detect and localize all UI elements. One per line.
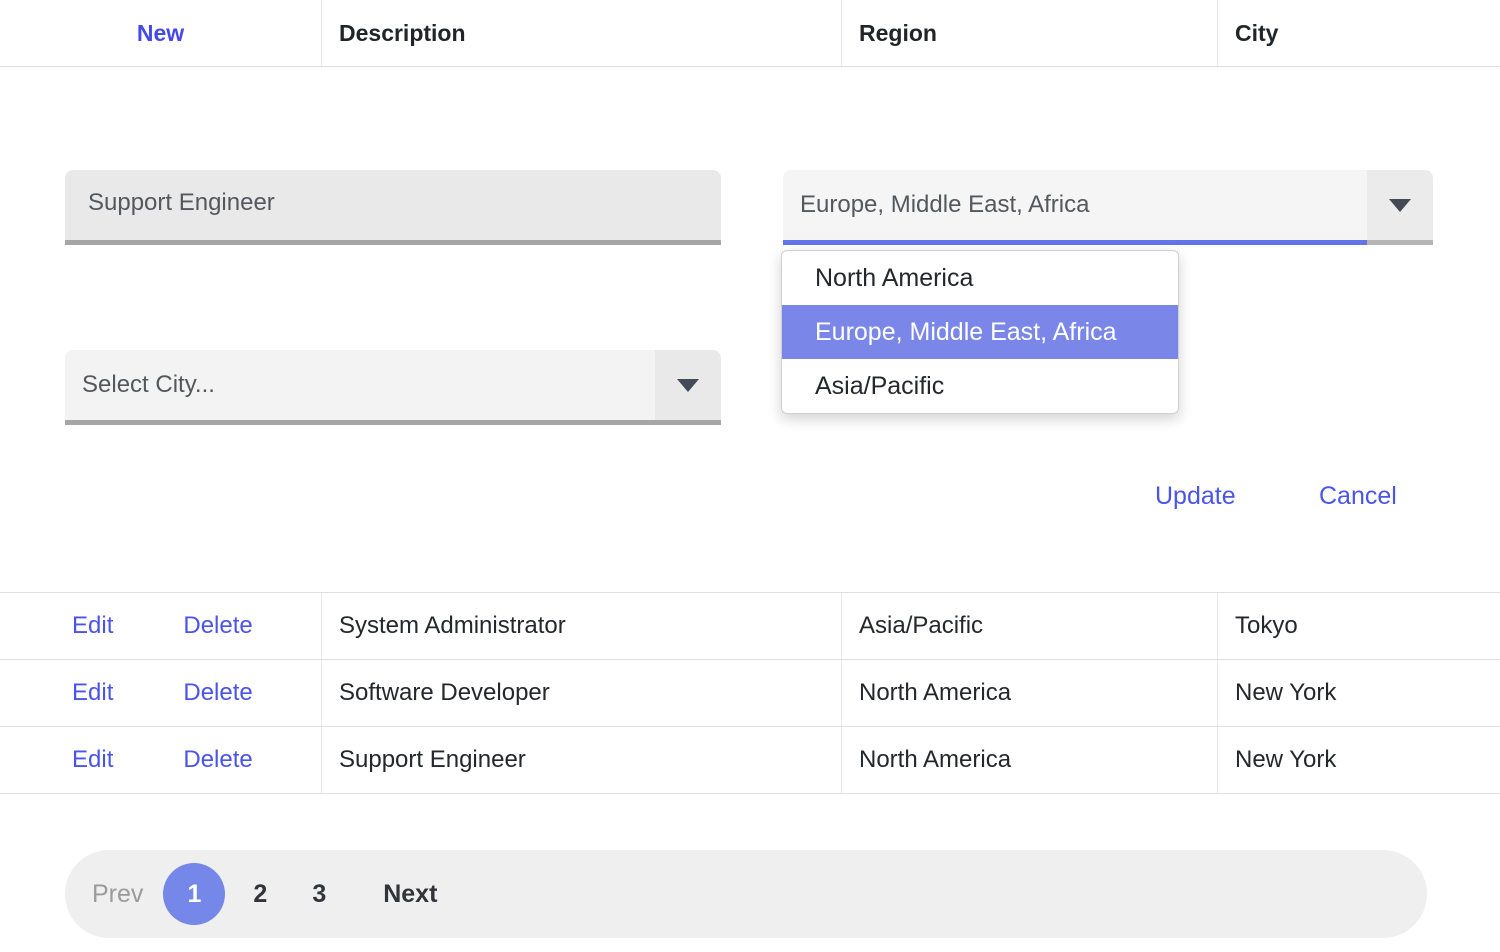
- cell-city: Tokyo: [1218, 593, 1500, 659]
- pagination-page-2[interactable]: 2: [253, 880, 267, 909]
- row-actions: Edit Delete: [0, 660, 322, 726]
- cell-description: Software Developer: [322, 660, 842, 726]
- table-row: Edit Delete Support Engineer North Ameri…: [0, 727, 1500, 794]
- header-actions-cell: New: [0, 0, 322, 66]
- header-city: City: [1218, 0, 1500, 66]
- cell-description: System Administrator: [322, 593, 842, 659]
- new-button[interactable]: New: [137, 20, 184, 47]
- chevron-down-icon: [677, 379, 699, 392]
- edit-form: Description Region Europe, Middle East, …: [0, 67, 1500, 592]
- edit-button[interactable]: Edit: [72, 679, 113, 707]
- pagination-next[interactable]: Next: [383, 880, 437, 909]
- pagination-prev[interactable]: Prev: [92, 880, 143, 909]
- city-select[interactable]: Select City...: [65, 350, 721, 425]
- edit-button[interactable]: Edit: [72, 746, 113, 774]
- region-option-emea[interactable]: Europe, Middle East, Africa: [782, 305, 1178, 359]
- delete-button[interactable]: Delete: [183, 746, 252, 774]
- region-dropdown-panel: North America Europe, Middle East, Afric…: [781, 250, 1179, 414]
- row-actions: Edit Delete: [0, 593, 322, 659]
- table-row: Edit Delete Software Developer North Ame…: [0, 660, 1500, 727]
- cell-description: Support Engineer: [322, 727, 842, 793]
- delete-button[interactable]: Delete: [183, 679, 252, 707]
- cell-region: Asia/Pacific: [842, 593, 1218, 659]
- row-actions: Edit Delete: [0, 727, 322, 793]
- region-option-asia-pacific[interactable]: Asia/Pacific: [782, 359, 1178, 413]
- cell-region: North America: [842, 727, 1218, 793]
- pagination-page-1-active[interactable]: 1: [163, 863, 225, 925]
- edit-button[interactable]: Edit: [72, 612, 113, 640]
- header-description: Description: [322, 0, 842, 66]
- region-select-arrow-button[interactable]: [1367, 170, 1433, 245]
- region-select-value[interactable]: Europe, Middle East, Africa: [783, 170, 1367, 245]
- table-row: Edit Delete System Administrator Asia/Pa…: [0, 593, 1500, 660]
- chevron-down-icon: [1389, 199, 1411, 212]
- region-select[interactable]: Europe, Middle East, Africa: [783, 170, 1433, 245]
- description-input[interactable]: [65, 170, 721, 245]
- cell-region: North America: [842, 660, 1218, 726]
- table-body: Edit Delete System Administrator Asia/Pa…: [0, 592, 1500, 794]
- cell-city: New York: [1218, 660, 1500, 726]
- pagination-page-3[interactable]: 3: [312, 880, 326, 909]
- city-select-placeholder[interactable]: Select City...: [65, 350, 655, 425]
- header-region: Region: [842, 0, 1218, 66]
- delete-button[interactable]: Delete: [183, 612, 252, 640]
- city-select-arrow-button[interactable]: [655, 350, 721, 425]
- cell-city: New York: [1218, 727, 1500, 793]
- update-button[interactable]: Update: [1155, 482, 1236, 511]
- region-option-north-america[interactable]: North America: [782, 251, 1178, 305]
- table-header: New Description Region City: [0, 0, 1500, 67]
- cancel-button[interactable]: Cancel: [1319, 482, 1397, 511]
- pagination-bar: Prev 1 2 3 Next: [65, 850, 1427, 938]
